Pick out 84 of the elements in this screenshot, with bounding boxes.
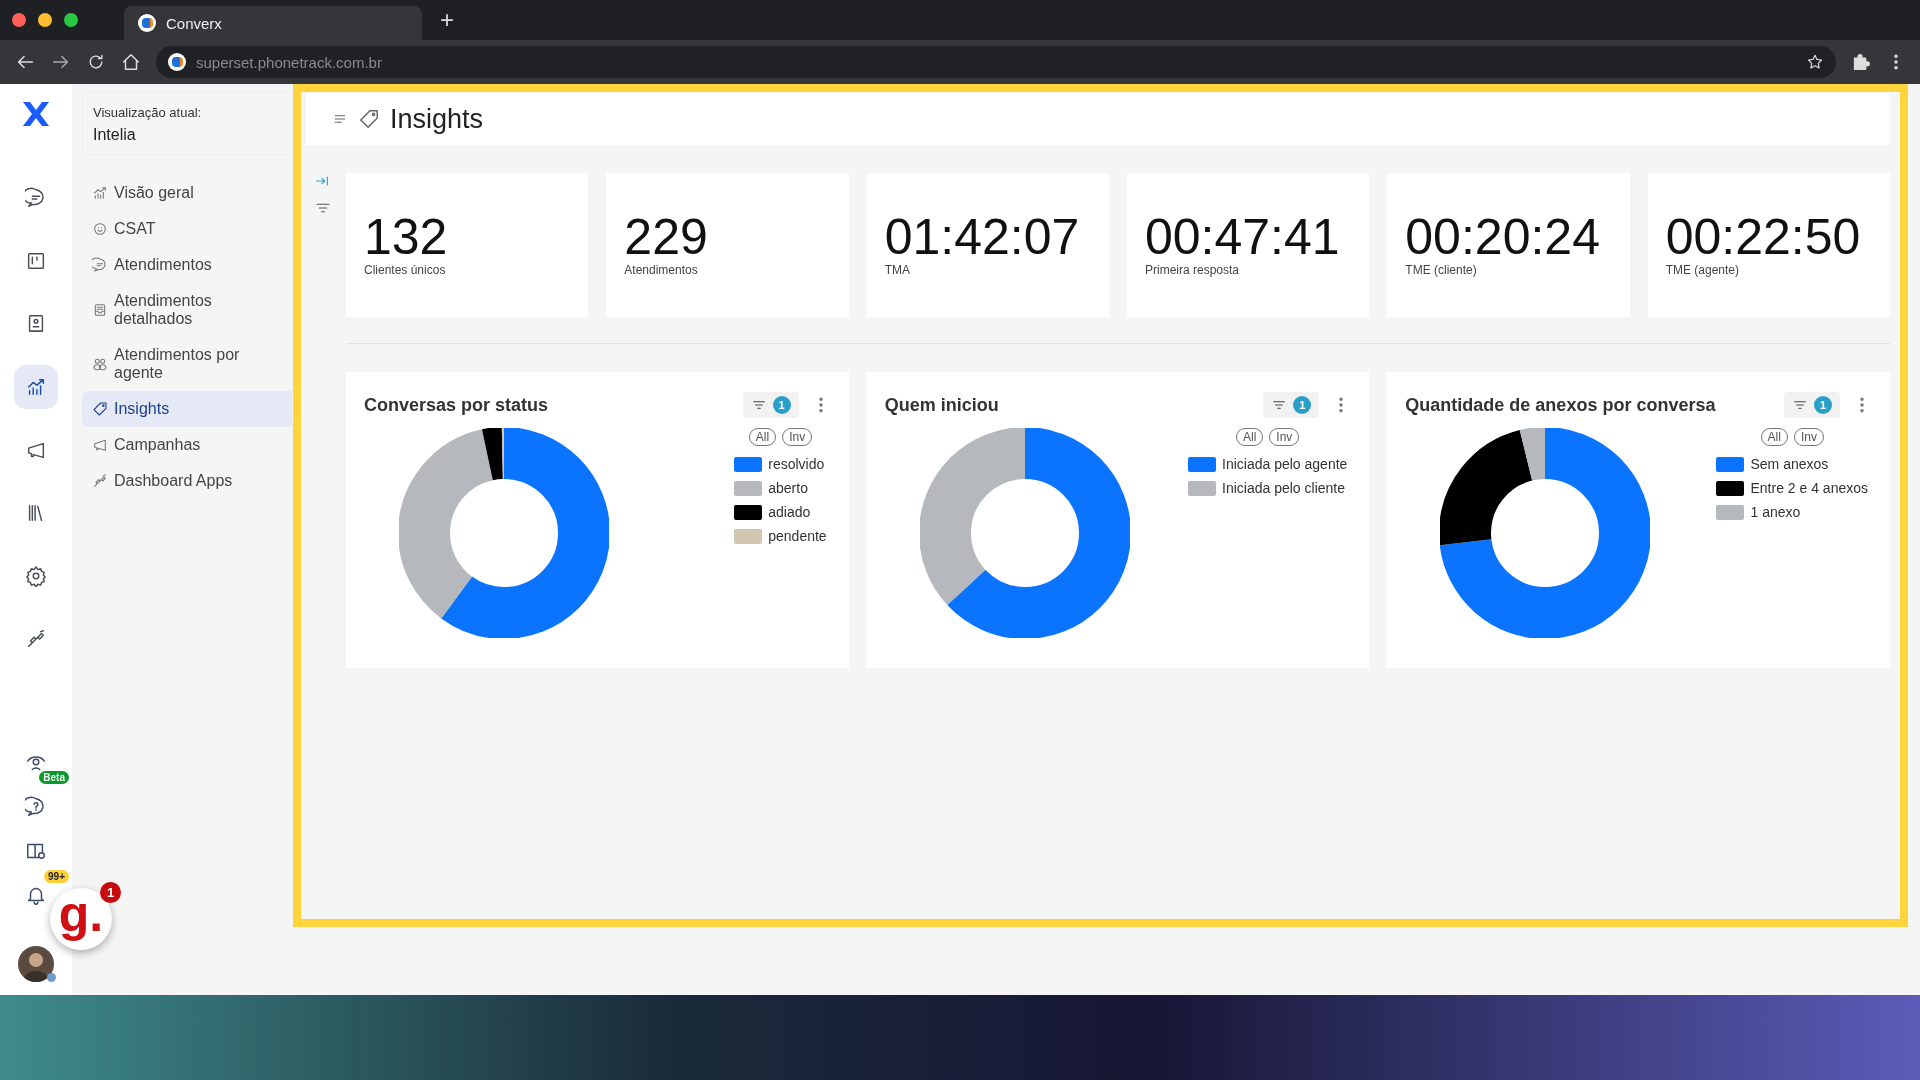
legend-label[interactable]: aberto — [768, 480, 808, 496]
page-title: Insights — [390, 103, 484, 135]
metric-label: Atendimentos — [624, 263, 699, 277]
filter-count: 1 — [1814, 396, 1832, 414]
legend-label[interactable]: pendente — [768, 528, 827, 544]
legend-swatch[interactable] — [734, 504, 763, 520]
metric-label: Primeira resposta — [1145, 263, 1240, 277]
badge: Beta — [39, 771, 69, 784]
site-logo-icon — [138, 14, 156, 32]
sidebar-item[interactable]: Campanhas — [82, 427, 292, 463]
window-control[interactable] — [38, 13, 52, 27]
tag-icon — [92, 401, 108, 417]
chart-title: Quem iniciou — [884, 394, 1000, 416]
legend-swatch[interactable] — [1188, 456, 1216, 472]
sidebar-item[interactable]: Atendimentos detalhados — [82, 283, 292, 337]
metric-value: 132 — [364, 211, 449, 263]
tag-icon — [358, 108, 380, 130]
sidebar-item[interactable]: Dashboard Apps — [82, 463, 292, 499]
legend-label[interactable]: resolvido — [768, 456, 825, 472]
browser-tab[interactable]: Converx — [124, 6, 422, 40]
current-view-panel[interactable]: Visualização atual: Intelia — [82, 92, 292, 155]
nav-button[interactable] — [14, 365, 58, 409]
legend-label[interactable]: Iniciada pelo cliente — [1222, 480, 1345, 496]
new-tab-button[interactable]: + — [440, 6, 454, 34]
chart-title: Quantidade de anexos por conversa — [1405, 394, 1717, 416]
sidebar-item[interactable]: Atendimentos por agente — [82, 337, 292, 391]
legend-label[interactable]: Sem anexos — [1750, 456, 1829, 472]
all-button[interactable]: All — [1236, 428, 1264, 446]
legend-swatch[interactable] — [1716, 456, 1745, 472]
metric-value: 00:22:50 — [1665, 211, 1862, 263]
board-icon — [25, 250, 47, 272]
chat-icon — [25, 187, 47, 209]
metric-label: TME (agente) — [1665, 263, 1740, 277]
sidebar-item[interactable]: Insights — [82, 391, 292, 427]
legend-swatch[interactable] — [734, 456, 763, 472]
chart-icon — [92, 185, 108, 201]
invert-button[interactable]: Inv — [1793, 428, 1824, 446]
sidebar-item[interactable]: Visão geral — [82, 175, 292, 211]
site-logo-icon — [168, 53, 186, 71]
filter-count: 1 — [772, 396, 791, 414]
legend-swatch[interactable] — [734, 528, 763, 544]
window-control[interactable] — [12, 13, 26, 27]
metric-value: 00:47:41 — [1145, 211, 1341, 263]
legend-label[interactable]: Entre 2 e 4 anexos — [1750, 480, 1868, 496]
legend-swatch[interactable] — [1188, 480, 1216, 496]
badge: 99+ — [44, 870, 69, 883]
chat-icon — [92, 257, 108, 273]
plug-icon — [25, 628, 47, 650]
view-label: Visualização atual: — [93, 105, 203, 120]
metric-value: 01:42:07 — [884, 211, 1081, 263]
legend-label[interactable]: Iniciada pelo agente — [1222, 456, 1348, 472]
settings-icon — [25, 565, 47, 587]
line-chart-icon — [25, 376, 47, 398]
view-name: Intelia — [93, 126, 137, 144]
invert-button[interactable]: Inv — [782, 428, 813, 446]
document-icon — [92, 302, 108, 318]
plug-icon — [92, 473, 108, 489]
sidebar-item[interactable]: Atendimentos — [82, 247, 292, 283]
metric-label: TME (cliente) — [1405, 263, 1478, 277]
legend-label[interactable]: 1 anexo — [1750, 504, 1801, 520]
legend-swatch[interactable] — [734, 480, 763, 496]
address-bar[interactable]: superset.phonetrack.com.br — [156, 46, 1836, 78]
chart-title: Conversas por status — [364, 394, 550, 416]
metric-value: 00:20:24 — [1405, 211, 1601, 263]
logo-icon[interactable] — [20, 100, 52, 128]
filter-count: 1 — [1293, 396, 1312, 414]
star-icon[interactable] — [1806, 53, 1824, 71]
all-button[interactable]: All — [748, 428, 777, 446]
megaphone-icon — [92, 437, 108, 453]
all-button[interactable]: All — [1760, 428, 1788, 446]
metric-label: Clientes únicos — [364, 263, 447, 277]
invert-button[interactable]: Inv — [1269, 428, 1300, 446]
user-avatar[interactable] — [18, 946, 54, 982]
legend-swatch[interactable] — [1716, 480, 1745, 496]
metric-label: TMA — [884, 263, 911, 277]
legend-label[interactable]: adiado — [768, 504, 811, 520]
legend-swatch[interactable] — [1716, 504, 1745, 520]
sidebar-item[interactable]: CSAT — [82, 211, 292, 247]
help-icon — [25, 796, 47, 818]
metric-value: 229 — [624, 211, 709, 263]
window-control[interactable] — [64, 13, 78, 27]
people-icon — [92, 356, 108, 372]
smiley-icon — [92, 221, 108, 237]
home-icon[interactable] — [120, 51, 142, 73]
